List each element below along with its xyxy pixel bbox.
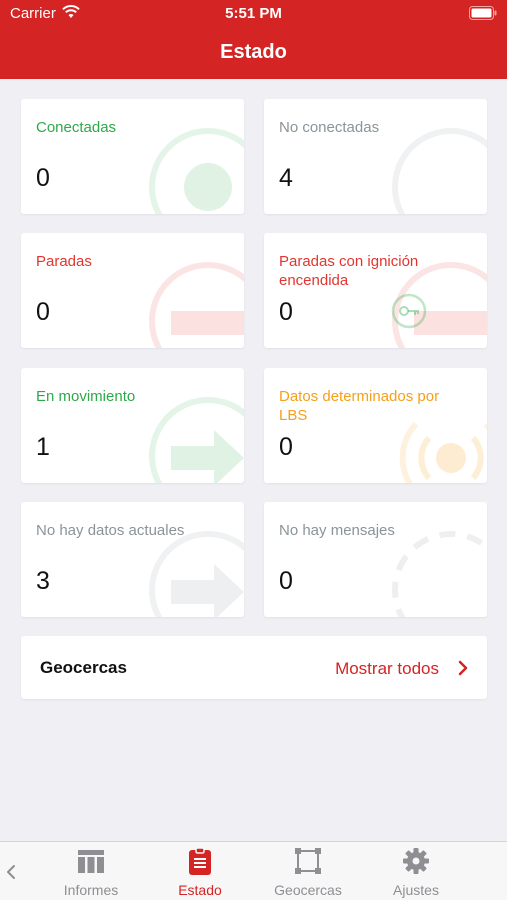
page-title: Estado: [220, 41, 287, 63]
card-label: No conectadas: [279, 119, 380, 136]
card-not-connected[interactable]: No conectadas 4: [264, 99, 487, 214]
tab-label: Estado: [178, 882, 222, 898]
disconnected-icon: [392, 128, 487, 214]
card-label: En movimiento: [36, 388, 136, 405]
card-moving[interactable]: En movimiento 1: [21, 368, 244, 483]
tab-label: Informes: [63, 882, 119, 898]
card-count: 1: [36, 433, 50, 461]
card-label: Paradas con ignición encendida: [279, 253, 419, 289]
card-stopped-ignition[interactable]: Paradas con ignición encendida 0: [264, 233, 487, 348]
card-label: No hay datos actuales: [36, 522, 185, 539]
card-count: 3: [36, 567, 50, 595]
card-connected[interactable]: Conectadas 0: [21, 99, 244, 214]
card-stopped[interactable]: Paradas 0: [21, 233, 244, 348]
moving-arrow-icon: [149, 397, 244, 483]
connected-icon: [149, 128, 244, 214]
gear-icon: [403, 848, 429, 874]
arrow-icon: [149, 531, 244, 617]
status-bar: Carrier 5:51 PM: [0, 0, 507, 28]
nav-header: Carrier 5:51 PM Estado: [0, 0, 507, 79]
signal-icon: [399, 421, 487, 483]
geofences-row[interactable]: Geocercas Mostrar todos: [21, 636, 487, 699]
card-count: 0: [36, 298, 50, 326]
polygon-icon: [295, 848, 321, 874]
clipboard-icon: [189, 847, 211, 875]
card-no-current-data[interactable]: No hay datos actuales 3: [21, 502, 244, 617]
table-icon: [78, 850, 104, 873]
tab-ajustes[interactable]: Ajustes: [366, 842, 466, 900]
tab-informes[interactable]: Informes: [41, 842, 141, 900]
tab-estado[interactable]: Estado: [150, 842, 250, 900]
tab-geocercas[interactable]: Geocercas: [258, 842, 358, 900]
battery-icon: [469, 6, 497, 20]
card-count: 0: [279, 433, 293, 461]
tab-label: Geocercas: [274, 882, 342, 898]
card-count: 0: [36, 164, 50, 192]
card-lbs[interactable]: Datos determinados por LBS 0: [264, 368, 487, 483]
status-time: 5:51 PM: [225, 5, 282, 22]
tab-label: Ajustes: [393, 882, 439, 898]
card-label: Conectadas: [36, 119, 117, 136]
chevron-left-icon[interactable]: [6, 864, 16, 880]
card-label: No hay mensajes: [279, 522, 395, 539]
card-count: 4: [279, 164, 293, 192]
card-count: 0: [279, 298, 293, 326]
no-messages-icon: [392, 531, 487, 617]
card-label: Paradas: [36, 253, 92, 270]
geofences-title: Geocercas: [40, 658, 127, 677]
show-all-link[interactable]: Mostrar todos: [335, 659, 439, 679]
card-no-messages[interactable]: No hay mensajes 0: [264, 502, 487, 617]
chevron-right-icon: [458, 660, 468, 676]
card-label: Datos determinados por LBS: [279, 388, 440, 424]
card-count: 0: [279, 567, 293, 595]
stop-icon: [149, 262, 244, 348]
tab-bar: Informes Estado Geocercas Ajustes: [0, 841, 507, 900]
key-icon: [391, 293, 427, 329]
